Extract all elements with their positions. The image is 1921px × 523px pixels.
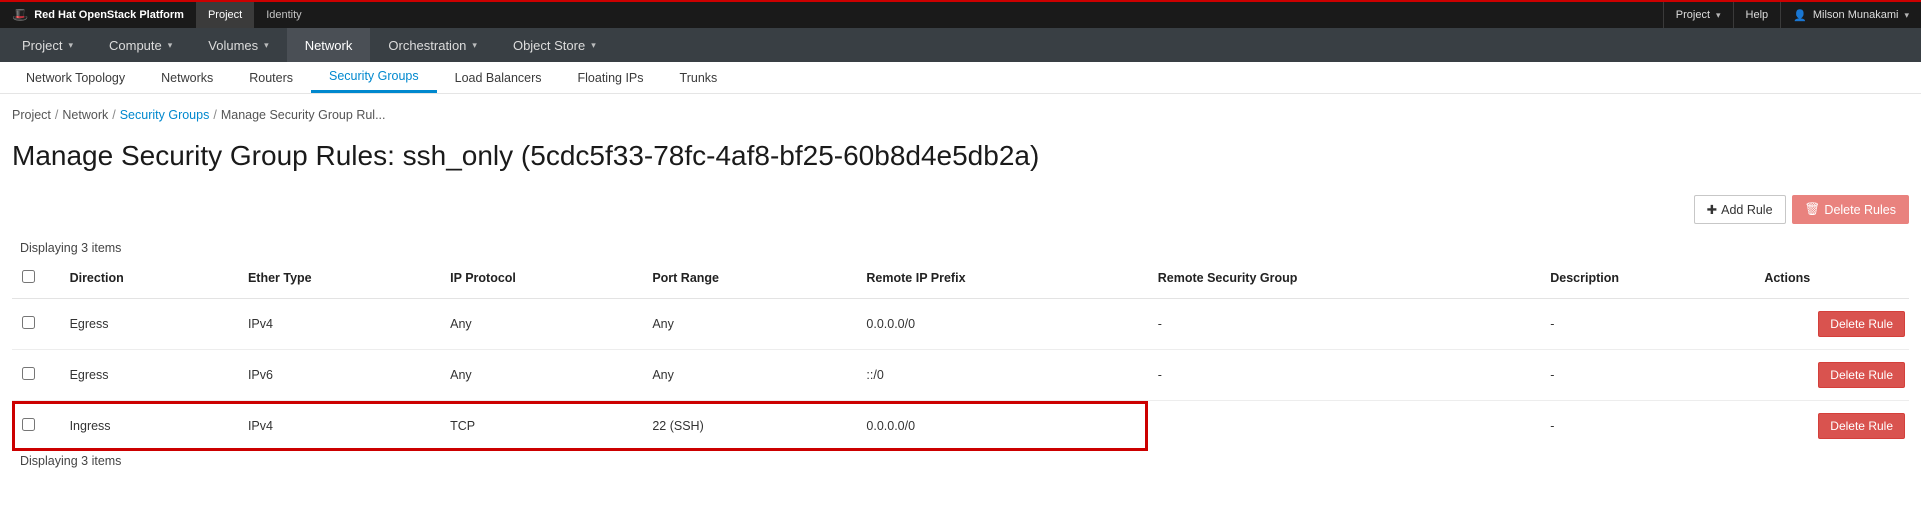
cell-ip-protocol: Any: [440, 350, 642, 401]
nav-network[interactable]: Network: [287, 28, 371, 62]
user-icon: 👤: [1793, 9, 1807, 22]
row-checkbox[interactable]: [22, 316, 35, 329]
primary-nav: Project▾ Compute▾ Volumes▾ Network Orche…: [0, 28, 1921, 62]
top-user-menu[interactable]: 👤 Milson Munakami ▾: [1780, 2, 1921, 28]
nav-object-store[interactable]: Object Store▾: [495, 28, 614, 62]
subtab-load-balancers[interactable]: Load Balancers: [437, 62, 560, 93]
top-project-menu[interactable]: Project▾: [1663, 2, 1733, 28]
brand[interactable]: 🎩 Red Hat OpenStack Platform: [0, 2, 196, 28]
table-count-bottom: Displaying 3 items: [12, 451, 1909, 471]
cell-direction: Ingress: [60, 401, 238, 452]
table-header-row: Direction Ether Type IP Protocol Port Ra…: [12, 258, 1909, 299]
breadcrumb-network[interactable]: Network: [62, 108, 108, 122]
cell-port-range: Any: [642, 350, 856, 401]
cell-remote-ip-prefix: 0.0.0.0/0: [856, 299, 1147, 350]
row-checkbox[interactable]: [22, 367, 35, 380]
add-rule-button[interactable]: ✚ Add Rule: [1694, 195, 1786, 224]
chevron-down-icon: ▾: [1716, 10, 1721, 21]
subtab-routers[interactable]: Routers: [231, 62, 311, 93]
topbar: 🎩 Red Hat OpenStack Platform Project Ide…: [0, 2, 1921, 28]
delete-rule-button[interactable]: Delete Rule: [1818, 413, 1905, 439]
page-title: Manage Security Group Rules: ssh_only (5…: [12, 138, 1909, 173]
cell-ip-protocol: TCP: [440, 401, 642, 452]
breadcrumb: Project / Network / Security Groups / Ma…: [12, 102, 1909, 132]
chevron-down-icon: ▾: [168, 40, 173, 51]
cell-ether-type: IPv4: [238, 299, 440, 350]
nav-volumes[interactable]: Volumes▾: [190, 28, 286, 62]
cell-description: -: [1540, 401, 1754, 452]
subtab-network-topology[interactable]: Network Topology: [8, 62, 143, 93]
cell-remote-security-group: -: [1148, 350, 1540, 401]
subtab-floating-ips[interactable]: Floating IPs: [560, 62, 662, 93]
cell-description: -: [1540, 350, 1754, 401]
top-tab-project[interactable]: Project: [196, 2, 254, 28]
cell-remote-security-group: -: [1148, 299, 1540, 350]
select-all-checkbox[interactable]: [22, 270, 35, 283]
chevron-down-icon: ▾: [472, 40, 477, 51]
plus-icon: ✚: [1707, 202, 1717, 217]
cell-description: -: [1540, 299, 1754, 350]
cell-remote-ip-prefix: 0.0.0.0/0: [856, 401, 1147, 452]
nav-project[interactable]: Project▾: [4, 28, 91, 62]
breadcrumb-separator: /: [55, 108, 58, 122]
subtab-networks[interactable]: Networks: [143, 62, 231, 93]
breadcrumb-separator: /: [213, 108, 216, 122]
cell-port-range: Any: [642, 299, 856, 350]
subtab-security-groups[interactable]: Security Groups: [311, 62, 437, 93]
col-remote-ip-prefix[interactable]: Remote IP Prefix: [856, 258, 1147, 299]
row-checkbox[interactable]: [22, 418, 35, 431]
cell-remote-ip-prefix: ::/0: [856, 350, 1147, 401]
chevron-down-icon: ▾: [68, 40, 73, 51]
cell-ether-type: IPv4: [238, 401, 440, 452]
cell-port-range: 22 (SSH): [642, 401, 856, 452]
col-port-range[interactable]: Port Range: [642, 258, 856, 299]
table-row: EgressIPv6AnyAny::/0--Delete Rule: [12, 350, 1909, 401]
delete-rule-button[interactable]: Delete Rule: [1818, 362, 1905, 388]
cell-direction: Egress: [60, 299, 238, 350]
table-row: IngressIPv4TCP22 (SSH)0.0.0.0/0 - Delete R…: [12, 401, 1909, 452]
rules-table: Direction Ether Type IP Protocol Port Ra…: [12, 258, 1909, 451]
col-direction[interactable]: Direction: [60, 258, 238, 299]
col-description[interactable]: Description: [1540, 258, 1754, 299]
page-content: Project / Network / Security Groups / Ma…: [0, 94, 1921, 491]
nav-compute[interactable]: Compute▾: [91, 28, 190, 62]
table-count-top: Displaying 3 items: [12, 238, 1909, 258]
delete-rules-button[interactable]: 🗑 Delete Rules: [1792, 195, 1909, 224]
chevron-down-icon: ▾: [1904, 10, 1909, 21]
nav-orchestration[interactable]: Orchestration▾: [370, 28, 495, 62]
cell-remote-security-group: [1148, 401, 1540, 452]
trash-icon: 🗑: [1805, 202, 1821, 217]
cell-ether-type: IPv6: [238, 350, 440, 401]
chevron-down-icon: ▾: [264, 40, 269, 51]
brand-label: Red Hat OpenStack Platform: [34, 9, 184, 21]
breadcrumb-project[interactable]: Project: [12, 108, 51, 122]
cell-ip-protocol: Any: [440, 299, 642, 350]
top-help[interactable]: Help: [1733, 2, 1781, 28]
top-tab-identity[interactable]: Identity: [254, 2, 313, 28]
subtab-trunks[interactable]: Trunks: [662, 62, 736, 93]
page-actions: ✚ Add Rule 🗑 Delete Rules: [12, 195, 1909, 238]
breadcrumb-current: Manage Security Group Rul...: [221, 108, 386, 122]
chevron-down-icon: ▾: [591, 40, 596, 51]
col-remote-security-group[interactable]: Remote Security Group: [1148, 258, 1540, 299]
col-ether-type[interactable]: Ether Type: [238, 258, 440, 299]
breadcrumb-separator: /: [112, 108, 115, 122]
col-ip-protocol[interactable]: IP Protocol: [440, 258, 642, 299]
redhat-logo-icon: 🎩: [12, 7, 28, 23]
cell-direction: Egress: [60, 350, 238, 401]
breadcrumb-security-groups[interactable]: Security Groups: [120, 108, 210, 122]
delete-rule-button[interactable]: Delete Rule: [1818, 311, 1905, 337]
network-subtabs: Network Topology Networks Routers Securi…: [0, 62, 1921, 94]
table-row: EgressIPv4AnyAny0.0.0.0/0--Delete Rule: [12, 299, 1909, 350]
col-actions: Actions: [1754, 258, 1909, 299]
